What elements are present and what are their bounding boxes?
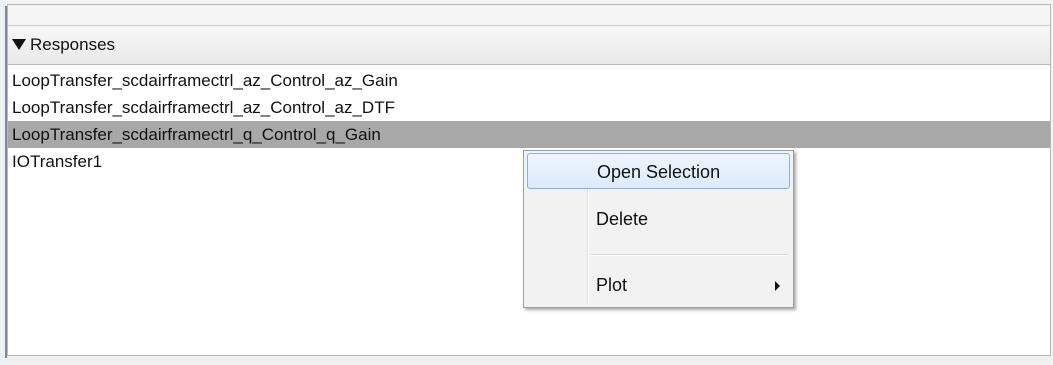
- menu-item-open-selection[interactable]: Open Selection: [527, 153, 790, 189]
- menu-item-label: Delete: [596, 209, 649, 229]
- bottom-strip: [7, 356, 1051, 365]
- response-item-label: LoopTransfer_scdairframectrl_az_Control_…: [12, 71, 398, 90]
- response-item-label: LoopTransfer_scdairframectrl_q_Control_q…: [12, 125, 381, 144]
- response-item[interactable]: LoopTransfer_scdairframectrl_az_Control_…: [8, 94, 1050, 121]
- responses-section-header[interactable]: Responses: [8, 25, 1050, 65]
- panel-top-strip: [8, 5, 1050, 25]
- menu-item-label: Open Selection: [597, 162, 721, 182]
- menu-separator: [591, 254, 788, 256]
- response-item-label: LoopTransfer_scdairframectrl_az_Control_…: [12, 98, 395, 117]
- left-edge: [0, 0, 7, 365]
- response-item-selected[interactable]: LoopTransfer_scdairframectrl_q_Control_q…: [8, 121, 1050, 148]
- menu-item-delete[interactable]: Delete: [527, 205, 790, 235]
- context-menu: Open Selection Delete Plot: [523, 150, 794, 308]
- response-item-label: IOTransfer1: [12, 152, 103, 171]
- menu-item-label: Plot: [596, 275, 628, 295]
- menu-item-plot[interactable]: Plot: [527, 269, 790, 301]
- section-title: Responses: [30, 35, 116, 54]
- window-frame: Responses LoopTransfer_scdairframectrl_a…: [0, 0, 1053, 365]
- collapse-triangle-icon[interactable]: [12, 39, 26, 50]
- submenu-arrow-icon: [775, 281, 780, 291]
- response-item[interactable]: LoopTransfer_scdairframectrl_az_Control_…: [8, 67, 1050, 94]
